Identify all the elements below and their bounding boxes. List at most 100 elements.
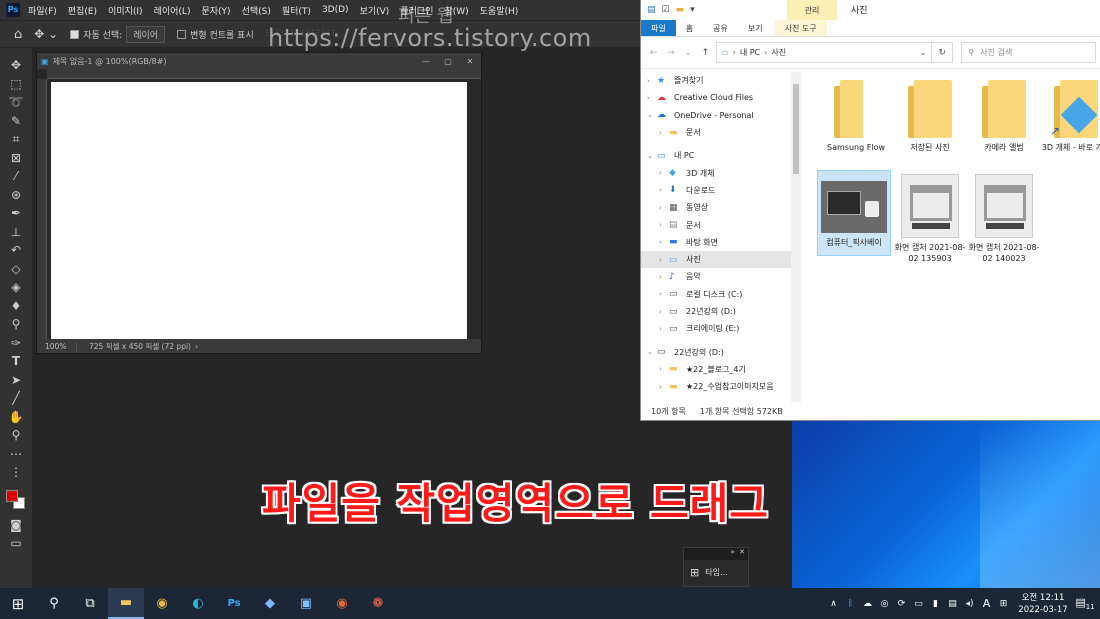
tab-file[interactable]: 파일 bbox=[641, 20, 676, 36]
paint-bucket-icon[interactable]: ◈ bbox=[7, 278, 25, 296]
nav-item[interactable]: › ▭ 로컬 디스크 (C:) bbox=[641, 286, 791, 303]
recent-locations-icon[interactable]: ⌄ bbox=[680, 48, 697, 58]
nav-item[interactable]: › ◆ 3D 개체 bbox=[641, 164, 791, 181]
tab-picture-tools[interactable]: 사진 도구 bbox=[774, 20, 827, 36]
lasso-tool-icon[interactable]: ➰ bbox=[7, 93, 25, 111]
nav-item[interactable]: › ♪ 음악 bbox=[641, 268, 791, 285]
nav-item[interactable]: › ☁ Creative Cloud Files bbox=[641, 89, 791, 106]
scrollbar-thumb[interactable] bbox=[793, 84, 799, 174]
nav-item[interactable]: › ▤ 문서 bbox=[641, 216, 791, 233]
menu-image[interactable]: 이미지(I) bbox=[108, 4, 143, 17]
menu-edit[interactable]: 편집(E) bbox=[68, 4, 97, 17]
zoom-level[interactable]: 100% bbox=[37, 341, 77, 351]
chrome-2-taskbar-icon[interactable]: ◉ bbox=[324, 588, 360, 619]
nav-item[interactable]: › ▭ 22년강의 (D:) bbox=[641, 303, 791, 320]
file-item-3d-objects-shortcut[interactable]: ↗ 3D 개체 - 바로 가기 bbox=[1041, 80, 1100, 153]
volume-icon[interactable]: ◂) bbox=[961, 599, 978, 609]
crop-tool-icon[interactable]: ⌗ bbox=[7, 130, 25, 148]
foreground-color[interactable] bbox=[6, 489, 18, 502]
file-item-computer-pixabay[interactable]: 컴퓨터_픽사베이 bbox=[817, 170, 891, 256]
search-box[interactable]: ⚲ 사진 검색 bbox=[961, 42, 1096, 63]
zoom-tool-icon[interactable]: ⚲ bbox=[7, 426, 25, 444]
collapse-icon[interactable]: » bbox=[730, 548, 734, 556]
transform-controls-checkbox[interactable]: 변형 컨트롤 표시 bbox=[177, 28, 254, 41]
move-tool-icon[interactable]: ✥ ⌄ bbox=[34, 27, 58, 41]
menu-type[interactable]: 문자(Y) bbox=[201, 4, 230, 17]
expand-arrow-icon[interactable]: › bbox=[659, 186, 669, 194]
back-icon[interactable]: ← bbox=[645, 48, 662, 58]
up-icon[interactable]: ↑ bbox=[697, 48, 714, 58]
blur-tool-icon[interactable]: ♦ bbox=[7, 297, 25, 315]
pen-tool-icon[interactable]: ✑ bbox=[7, 334, 25, 352]
manage-tab-header[interactable]: 관리 bbox=[787, 0, 837, 20]
expand-arrow-icon[interactable]: › bbox=[647, 94, 657, 102]
address-bar[interactable]: ▭ › 내 PC › 사진 ⌄ bbox=[716, 42, 933, 63]
expand-arrow-icon[interactable]: › bbox=[659, 129, 669, 137]
network-icon[interactable]: ▤ bbox=[944, 599, 961, 609]
panel-close-icon[interactable]: ✕ bbox=[739, 548, 745, 556]
quick-select-tool-icon[interactable]: ✎ bbox=[7, 112, 25, 130]
eyedropper-tool-icon[interactable]: ⁄ bbox=[7, 167, 25, 185]
hand-tool-icon[interactable]: ✋ bbox=[7, 408, 25, 426]
tab-share[interactable]: 공유 bbox=[703, 20, 738, 36]
file-item-saved-pictures[interactable]: 저장된 사진 bbox=[893, 80, 967, 153]
ime-mode-indicator[interactable]: A bbox=[978, 597, 995, 610]
menu-layer[interactable]: 레이어(L) bbox=[154, 4, 191, 17]
file-explorer-window[interactable]: ▤ ☑ ▬ ▾ 관리 사진 파일 홈 공유 보기 사진 도구 ← → ⌄ ↑ ▭… bbox=[640, 0, 1100, 421]
menu-view[interactable]: 보기(V) bbox=[360, 4, 390, 17]
document-window[interactable]: ▣ 제목 없음-1 @ 100%(RGB/8#) — ▢ ✕ 100% 725 … bbox=[36, 52, 482, 354]
properties-icon[interactable]: ☑ bbox=[662, 5, 670, 15]
file-explorer-taskbar-icon[interactable]: ▬ bbox=[108, 588, 144, 619]
type-tool-icon[interactable]: T bbox=[7, 352, 25, 370]
frame-tool-icon[interactable]: ⊠ bbox=[7, 149, 25, 167]
search-icon[interactable]: ⚲ bbox=[36, 588, 72, 619]
nav-item[interactable]: ⌄ ▭ 22년강의 (D:) bbox=[641, 343, 791, 360]
usb-tray-icon[interactable]: ▭ bbox=[910, 599, 927, 609]
keyboard-icon[interactable]: ⊞ bbox=[995, 599, 1012, 609]
expand-arrow-icon[interactable]: ⌄ bbox=[647, 348, 657, 356]
chrome-taskbar-icon[interactable]: ◉ bbox=[144, 588, 180, 619]
expand-arrow-icon[interactable]: ⌄ bbox=[647, 111, 657, 119]
menu-select[interactable]: 선택(S) bbox=[242, 4, 271, 17]
edge-taskbar-icon[interactable]: ◐ bbox=[180, 588, 216, 619]
timeline-panel[interactable]: » ✕ ⊞ 타임... bbox=[683, 547, 749, 587]
expand-arrow-icon[interactable]: › bbox=[659, 308, 669, 316]
history-brush-icon[interactable]: ↶ bbox=[7, 241, 25, 259]
expand-arrow-icon[interactable]: › bbox=[659, 221, 669, 229]
remote-taskbar-icon[interactable]: ▣ bbox=[288, 588, 324, 619]
mic-icon[interactable]: ▮ bbox=[927, 599, 944, 609]
file-item-camera-roll[interactable]: 카메라 앨범 bbox=[967, 80, 1041, 153]
tray-overflow-icon[interactable]: ∧ bbox=[825, 599, 842, 609]
menu-filter[interactable]: 필터(T) bbox=[282, 4, 311, 17]
expand-arrow-icon[interactable]: › bbox=[659, 383, 669, 391]
screen-mode-icon[interactable]: ▭ bbox=[7, 534, 25, 552]
menu-3d[interactable]: 3D(D) bbox=[322, 5, 349, 15]
start-windows-icon[interactable]: ⊞ bbox=[0, 588, 36, 619]
expand-arrow-icon[interactable]: ⌄ bbox=[647, 152, 657, 160]
file-item-screenshot-2[interactable]: 화면 캡처 2021-08-02 140023 bbox=[967, 174, 1041, 264]
stamp-tool-icon[interactable]: ⊥ bbox=[7, 223, 25, 241]
bluetooth-icon[interactable]: ᛒ bbox=[842, 599, 859, 609]
app-taskbar-icon[interactable]: ◆ bbox=[252, 588, 288, 619]
breadcrumb-my-pc[interactable]: 내 PC bbox=[740, 47, 760, 58]
expand-arrow-icon[interactable]: › bbox=[659, 204, 669, 212]
auto-select-checkbox[interactable]: 자동 선택: 레이어 bbox=[70, 25, 166, 43]
task-view-icon[interactable]: ⧉ bbox=[72, 588, 108, 619]
brush-tool-icon[interactable]: ✒ bbox=[7, 204, 25, 222]
expand-arrow-icon[interactable]: › bbox=[659, 273, 669, 281]
nav-item[interactable]: › ▭ 사진 bbox=[641, 250, 791, 269]
path-select-icon[interactable]: ➤ bbox=[7, 371, 25, 389]
refresh-icon[interactable]: ↻ bbox=[932, 42, 954, 63]
nav-item[interactable]: › ⬇ 다운로드 bbox=[641, 182, 791, 199]
menu-file[interactable]: 파일(F) bbox=[28, 4, 57, 17]
nav-item[interactable]: › ▬ 바탕 화면 bbox=[641, 234, 791, 251]
nav-item[interactable]: › ▦ 동영상 bbox=[641, 199, 791, 216]
move-tool-icon[interactable]: ✥ bbox=[7, 56, 25, 74]
new-folder-icon[interactable]: ▬ bbox=[676, 5, 685, 15]
quick-mask-icon[interactable]: ◙ bbox=[7, 516, 25, 534]
nav-item[interactable]: ⌄ ▭ 내 PC bbox=[641, 147, 791, 164]
canvas[interactable] bbox=[51, 82, 467, 341]
sync-tray-icon[interactable]: ⟳ bbox=[893, 599, 910, 609]
notification-center-icon[interactable]: ▤11 bbox=[1070, 596, 1100, 611]
forward-icon[interactable]: → bbox=[662, 48, 679, 58]
